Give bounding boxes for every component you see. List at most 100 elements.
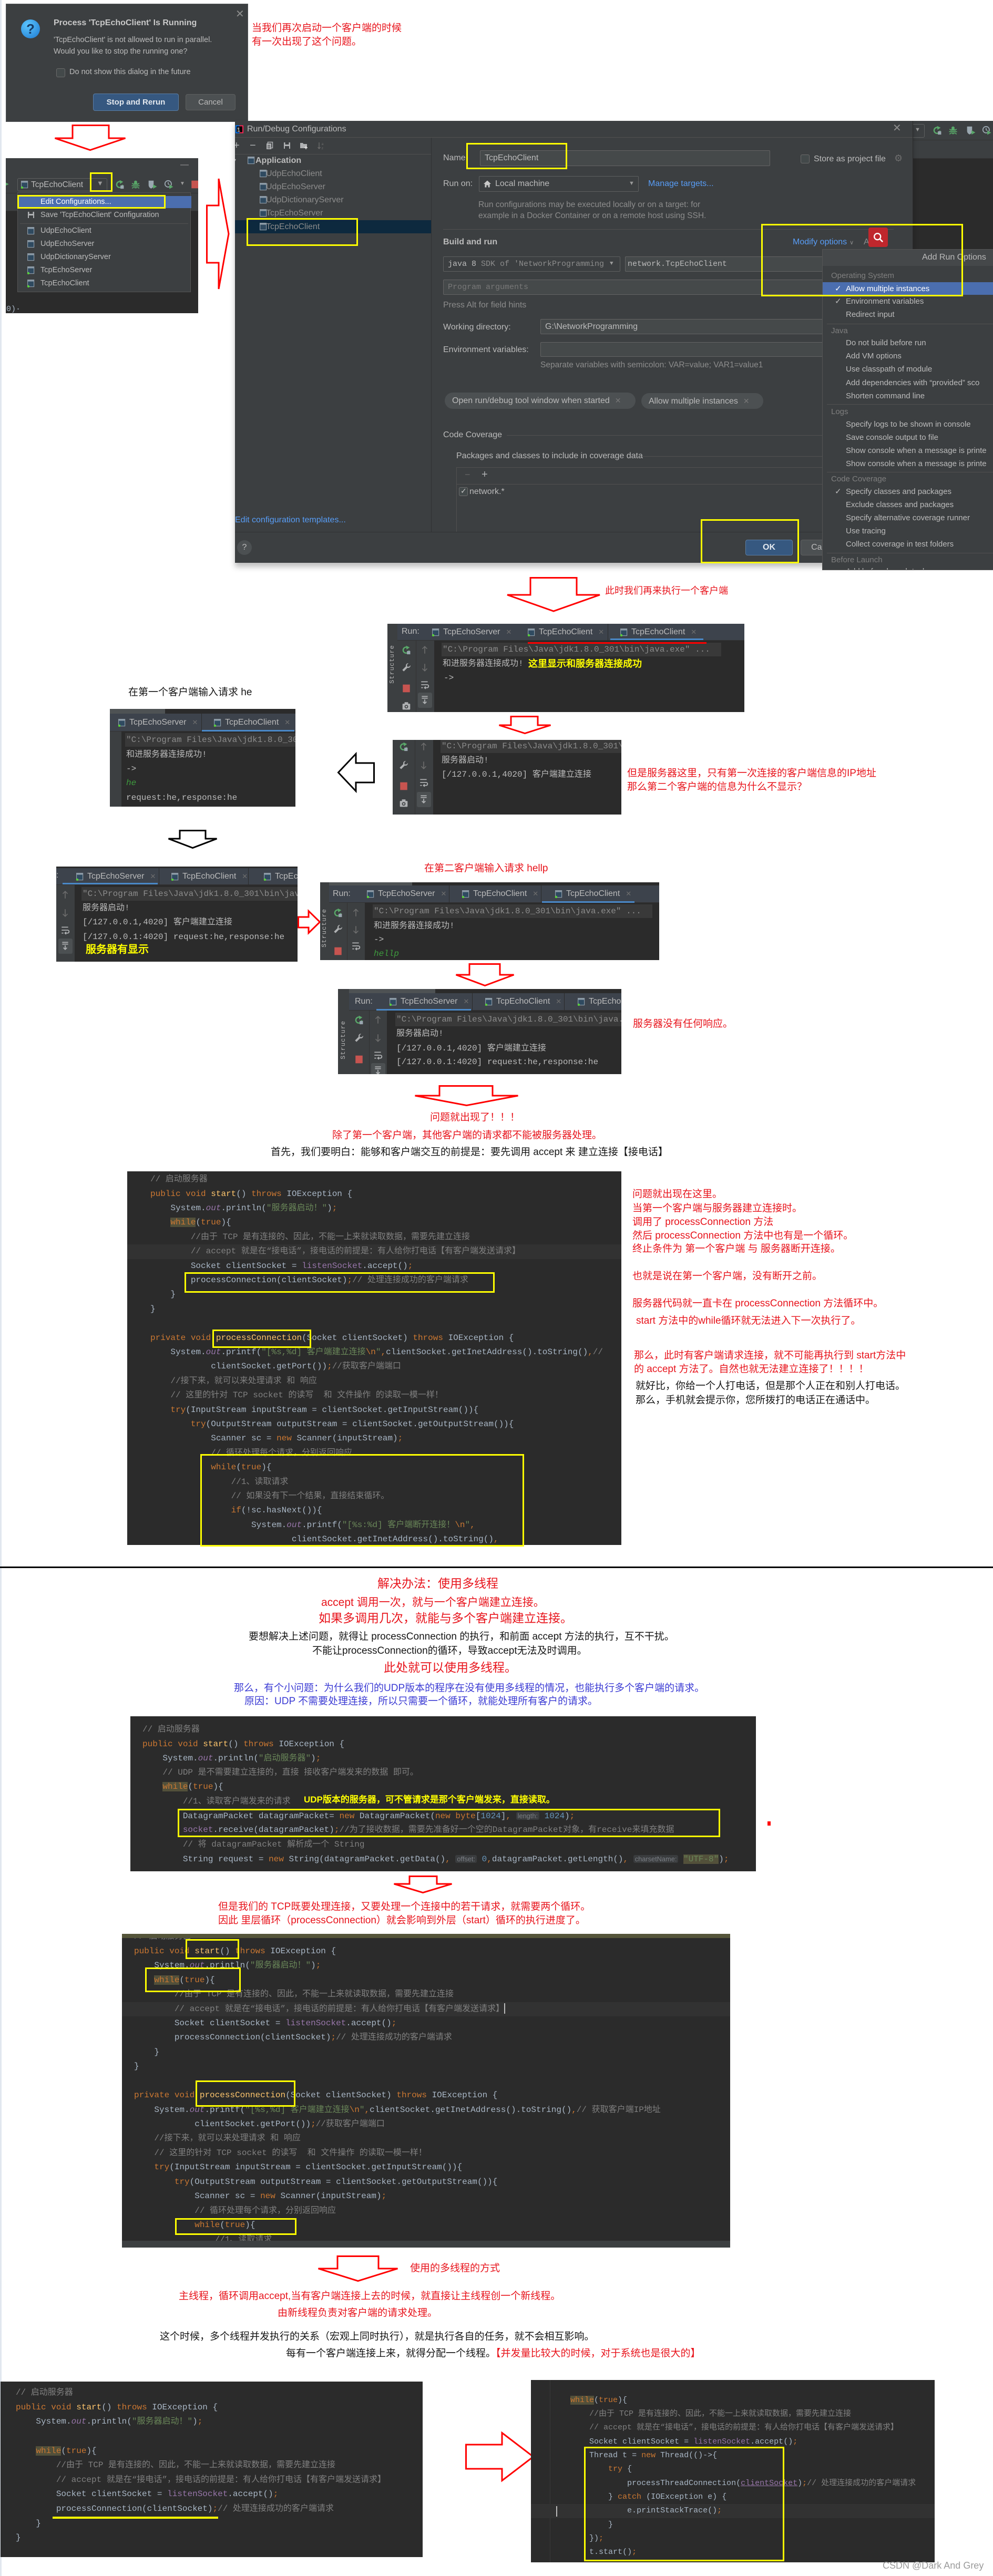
scroll-down-icon[interactable]	[420, 663, 429, 672]
structure-tool-window-label[interactable]: Structure	[388, 645, 396, 684]
console-tab-tcpechoserver[interactable]: TcpEchoServer ✕	[432, 627, 511, 637]
scroll-down-icon[interactable]	[373, 1033, 383, 1043]
console-tab-tcpechoclient-1[interactable]: TcpEchoClient ✕	[527, 627, 604, 637]
code-line[interactable]: //由于 TCP 是有连接的、因此，不能一上来就读取数据，需要先建立连接	[127, 1230, 621, 1244]
menu-item-save-configuration[interactable]: Save 'TcpEchoClient' Configuration	[18, 209, 191, 222]
rerun-icon[interactable]	[399, 742, 408, 751]
code-line[interactable]: // accept 就是在“接电话”，接电话的前提是：有人给你打电话【有客户端发…	[127, 1244, 621, 1259]
code-line[interactable]: //接下来，就可以来处理请求 和 响应	[127, 1374, 621, 1388]
option-chip-open-tool-window[interactable]: Open run/debug tool window when started ✕	[445, 393, 636, 409]
code-line[interactable]: //由于 TCP 是有连接的、因此，不能一上来就读取数据，需要先建立连接	[531, 2407, 935, 2421]
close-tab-icon[interactable]: ✕	[506, 628, 512, 636]
code-line[interactable]: public void start() throws IOException {	[1, 2400, 423, 2415]
code-line[interactable]	[1, 2429, 423, 2444]
add-configuration-button[interactable]: +	[235, 140, 240, 152]
console-tab-tcpechoclient-2-active[interactable]: TcpEchoClient ✕	[555, 889, 631, 899]
minimize-icon[interactable]: —	[180, 160, 189, 170]
scroll-to-end-icon[interactable]	[60, 941, 70, 951]
code-line[interactable]: // 启动服务器	[130, 1723, 756, 1737]
expand-arrow-icon[interactable]: ▾	[235, 154, 236, 167]
option-specify-classes[interactable]: Specify classes and packages	[823, 485, 993, 498]
code-line[interactable]: // accept 就是在“接电话”，接电话的前提是：有人给你打电话【有客户端发…	[122, 2002, 730, 2016]
code-line[interactable]: try(OutputStream outputStream = clientSo…	[127, 1417, 621, 1431]
stop-icon[interactable]	[190, 180, 198, 189]
code-line[interactable]: // 循环处理每个请求，分别返回响应	[122, 2204, 730, 2218]
close-icon[interactable]: ✕	[236, 9, 244, 19]
close-tab-icon[interactable]: ✕	[533, 890, 538, 898]
run-on-select[interactable]: Local machine ▼	[479, 176, 639, 192]
scroll-to-end-icon[interactable]	[419, 795, 428, 804]
tree-group-application[interactable]: ▾ Application	[235, 154, 431, 167]
camera-icon[interactable]	[399, 798, 408, 808]
rerun-icon[interactable]	[115, 180, 125, 189]
console-tab-tcpechoserver-active[interactable]: TcpEchoServer ✕	[389, 996, 469, 1007]
code-line[interactable]: }	[122, 2059, 730, 2074]
scroll-up-icon[interactable]	[60, 890, 70, 900]
code-line[interactable]: clientSocket.getPort());//获取客户端端口	[127, 1359, 621, 1374]
code-line[interactable]: Scanner sc = new Scanner(inputStream);	[122, 2189, 730, 2203]
structure-tool-window-label[interactable]: Structure	[321, 909, 328, 947]
console-user-input[interactable]: hellp	[374, 947, 399, 960]
option-use-tracing[interactable]: Use tracing	[823, 524, 993, 538]
scroll-down-icon[interactable]	[60, 908, 70, 918]
close-tab-icon[interactable]: ✕	[556, 997, 561, 1006]
store-as-project-file-checkbox[interactable]	[801, 154, 810, 163]
more-chevron-icon[interactable]: ▼	[180, 181, 185, 187]
coverage-icon[interactable]	[148, 180, 157, 189]
menu-item-udpechoserver[interactable]: UdpEchoServer	[18, 238, 191, 251]
remove-chip-icon[interactable]: ✕	[743, 397, 750, 405]
rerun-icon[interactable]	[333, 908, 343, 918]
code-line[interactable]: }	[122, 2045, 730, 2059]
code-line[interactable]: while(true){	[127, 1215, 621, 1230]
code-line[interactable]: System.out.printf("[%s,%d] 客户端建立连接\n",cl…	[127, 1345, 621, 1359]
console-tab-tcpechoclient-2-active[interactable]: TcpEchoClient ✕	[620, 627, 697, 637]
code-line[interactable]: System.out.println("服务器启动！");	[1, 2415, 423, 2429]
camera-icon[interactable]	[402, 701, 411, 710]
code-line[interactable]: public void start() throws IOException {	[127, 1187, 621, 1201]
option-save-console-output[interactable]: Save console output to file	[823, 431, 993, 444]
close-tab-icon[interactable]: ✕	[691, 628, 697, 636]
structure-tool-window-label[interactable]: Structure	[340, 1021, 347, 1059]
profiler-icon[interactable]	[164, 180, 173, 189]
console-tab-tcpechoserver-active[interactable]: TcpEchoServer ✕	[76, 871, 156, 882]
code-line[interactable]: clientSocket.getPort());//获取客户端端口	[122, 2117, 730, 2131]
wrench-icon[interactable]	[402, 663, 411, 672]
code-line[interactable]: Socket clientSocket = listenSocket.accep…	[122, 2016, 730, 2031]
code-line[interactable]: try(InputStream inputStream = clientSock…	[122, 2160, 730, 2175]
code-line[interactable]: try(InputStream inputStream = clientSock…	[127, 1403, 621, 1417]
option-add-vm-options[interactable]: Add VM options	[823, 349, 993, 363]
soft-wrap-icon[interactable]	[351, 941, 361, 951]
option-specify-logs[interactable]: Specify logs to be shown in console	[823, 418, 993, 431]
close-tab-icon[interactable]: ✕	[242, 872, 248, 881]
console-tab-tcpechoclient-2[interactable]: TcpEchoClient	[577, 996, 621, 1007]
code-line[interactable]: }	[127, 1302, 621, 1316]
remove-configuration-button[interactable]: −	[250, 140, 256, 152]
option-chip-allow-multiple-instances[interactable]: Allow multiple instances ✕	[641, 393, 763, 409]
code-line[interactable]: try(OutputStream outputStream = clientSo…	[122, 2175, 730, 2189]
close-tab-icon[interactable]: ✕	[626, 890, 631, 898]
code-line[interactable]: // 启动服务器	[127, 1172, 621, 1187]
code-line[interactable]: // 这里的针对 TCP socket 的读写 和 文件操作 的读取一模一样！	[122, 2146, 730, 2160]
rerun-icon[interactable]	[933, 126, 942, 135]
scroll-up-icon[interactable]	[420, 645, 429, 655]
profiler-icon[interactable]	[982, 126, 991, 135]
stop-icon[interactable]	[402, 684, 411, 693]
debug-icon[interactable]	[131, 180, 140, 189]
option-alternative-runner[interactable]: Specify alternative coverage runner	[823, 511, 993, 524]
close-icon[interactable]: ✕	[893, 123, 902, 133]
close-tab-icon[interactable]: ✕	[284, 718, 290, 727]
code-line[interactable]: // UDP 是不需要建立连接的，直接 接收客户端发来的数据 即可。	[130, 1766, 756, 1780]
run-config-selector[interactable]: ▼	[913, 124, 925, 138]
code-line[interactable]: System.out.println("启动服务器");	[130, 1751, 756, 1766]
code-line[interactable]: //接下来，就可以来处理请求 和 响应	[122, 2131, 730, 2146]
code-line[interactable]	[127, 1316, 621, 1331]
scroll-to-end-icon[interactable]	[373, 1066, 383, 1074]
close-tab-icon[interactable]: ✕	[150, 872, 156, 881]
menu-item-udpechoclient[interactable]: UdpEchoClient	[18, 224, 191, 238]
console-tab-tcpechoclient-2[interactable]: TcpEchoClient	[263, 871, 298, 882]
rerun-icon[interactable]	[402, 645, 411, 655]
soft-wrap-icon[interactable]	[420, 680, 429, 689]
soft-wrap-icon[interactable]	[373, 1050, 383, 1060]
code-line[interactable]: while(true){	[1, 2444, 423, 2459]
code-line[interactable]: // accept 就是在“接电话”，接电话的前提是：有人给你打电话【有客户端发…	[531, 2421, 935, 2435]
